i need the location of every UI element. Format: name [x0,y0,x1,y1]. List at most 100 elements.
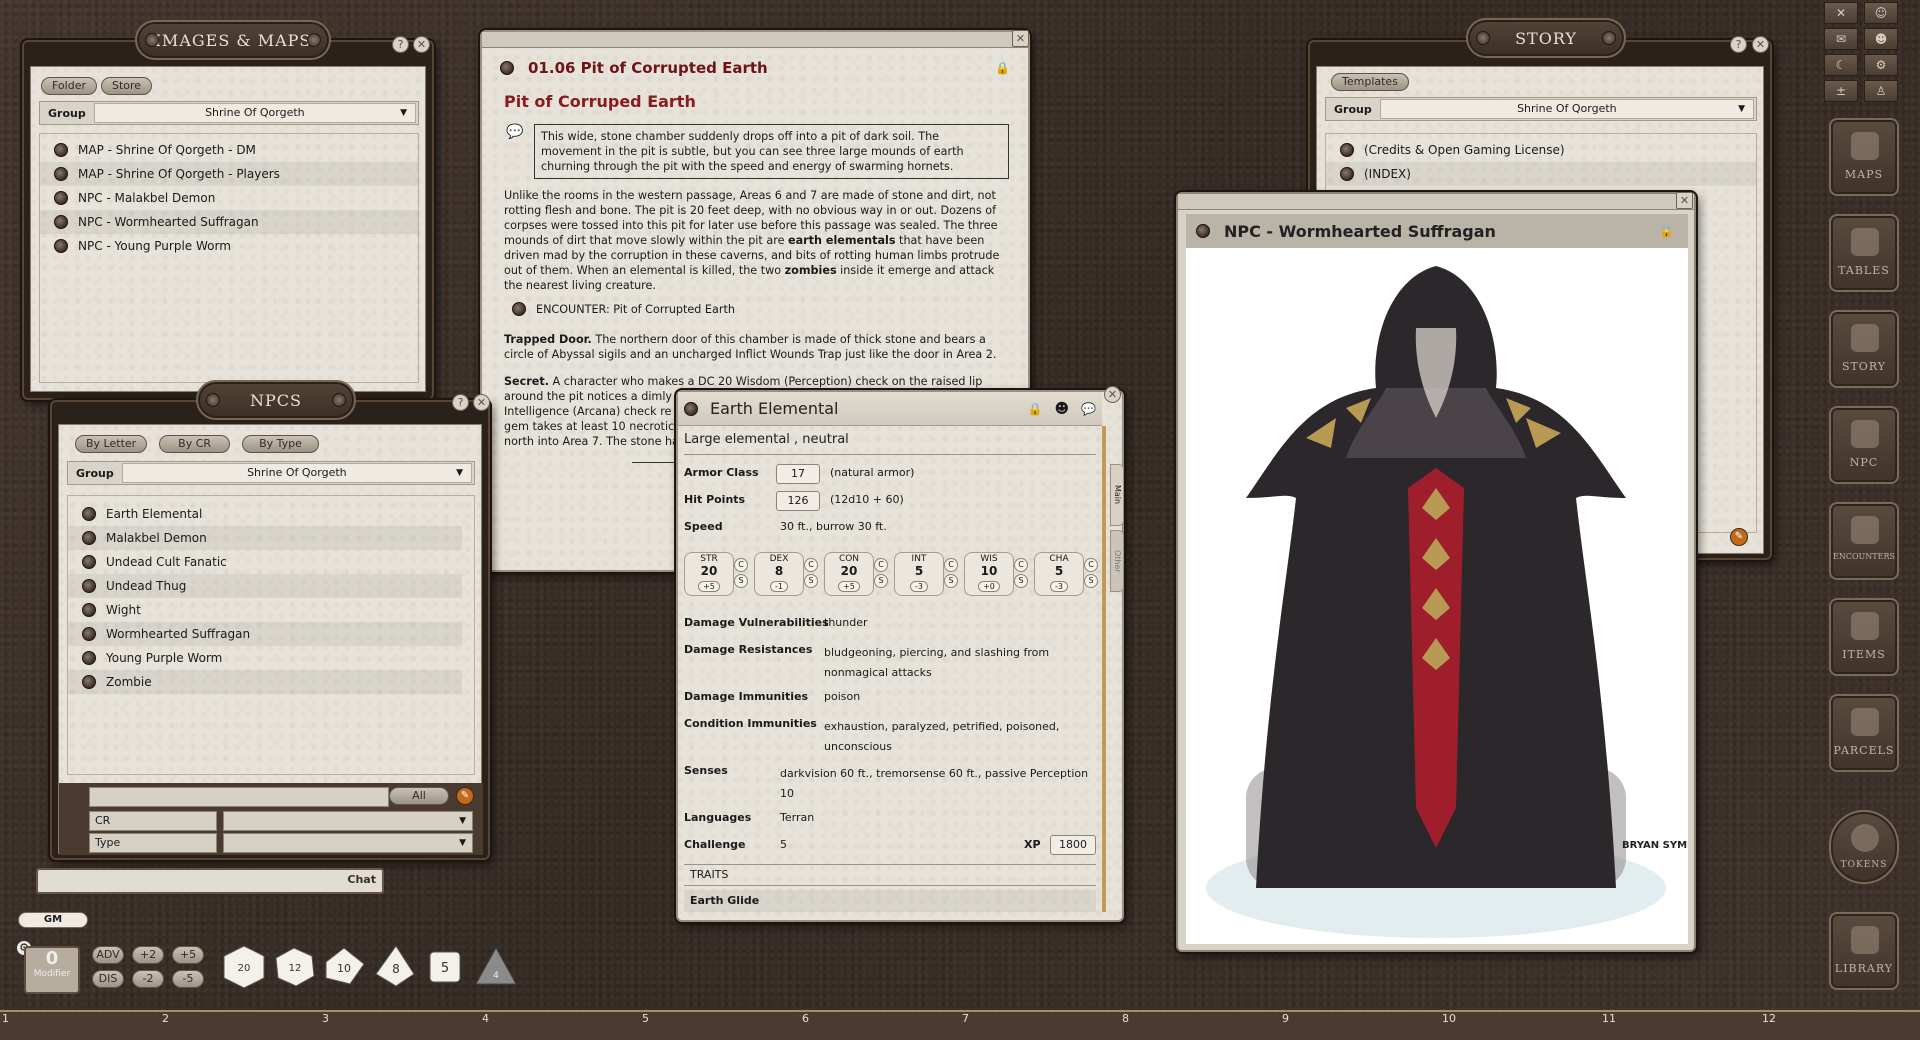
sidebar-tokens-button[interactable]: TOKENS [1829,810,1899,884]
plus5-button[interactable]: +5 [172,946,204,964]
hotkey-number[interactable]: 9 [1282,1012,1289,1025]
group-select[interactable]: Shrine Of Qorgeth▼ [94,103,416,123]
tool-modifier-icon[interactable]: ± [1824,80,1858,102]
sidebar-library-button[interactable]: LIBRARY [1829,912,1899,990]
group-select[interactable]: Shrine Of Qorgeth▼ [1380,99,1754,119]
scrollbar[interactable] [1102,426,1106,912]
d20-icon[interactable]: 20 [224,946,264,988]
minus2-button[interactable]: -2 [132,970,164,988]
tab-folder[interactable]: Folder [41,77,97,95]
lock-icon[interactable]: 🔒 [1659,224,1674,238]
list-item[interactable]: Undead Thug [68,574,462,598]
hotkey-number[interactable]: 6 [802,1012,809,1025]
save-button[interactable]: S [944,574,958,588]
tab-main[interactable]: Main [1110,464,1124,526]
ability-dex[interactable]: DEX8-1 [754,552,804,596]
edit-icon[interactable]: ✎ [456,787,474,805]
list-item[interactable]: NPC - Young Purple Worm [40,234,418,258]
ability-int[interactable]: INT5-3 [894,552,944,596]
minus5-button[interactable]: -5 [172,970,204,988]
link-icon[interactable] [684,402,698,416]
close-icon[interactable]: ✕ [473,394,490,411]
tab-templates[interactable]: Templates [1331,73,1409,91]
link-icon[interactable] [512,302,526,316]
link-icon[interactable] [82,675,96,689]
tool-person-icon[interactable]: ♙ [1864,80,1898,102]
help-icon[interactable]: ? [392,36,409,53]
link-icon[interactable] [82,531,96,545]
link-icon[interactable] [82,555,96,569]
tool-swords-icon[interactable]: ✕ [1824,2,1858,24]
check-button[interactable]: C [944,558,958,572]
sidebar-items-button[interactable]: ITEMS [1829,598,1899,676]
d12-icon[interactable]: 12 [276,948,314,986]
sidebar-npc-button[interactable]: NPC [1829,406,1899,484]
link-icon[interactable] [54,191,68,205]
list-item[interactable]: NPC - Malakbel Demon [40,186,418,210]
close-icon[interactable]: ✕ [413,36,430,53]
hotkey-number[interactable]: 7 [962,1012,969,1025]
encounter-link[interactable]: ENCOUNTER: Pit of Corrupted Earth [512,302,735,316]
gm-identity[interactable]: GM [18,912,88,928]
save-button[interactable]: S [1014,574,1028,588]
hotkey-number[interactable]: 4 [482,1012,489,1025]
ability-wis[interactable]: WIS10+0 [964,552,1014,596]
list-item[interactable]: Wormhearted Suffragan [68,622,462,646]
speech-icon[interactable]: 💬 [1081,402,1096,416]
ability-cha[interactable]: CHA5-3 [1034,552,1084,596]
adv-button[interactable]: ADV [92,946,124,964]
link-icon[interactable] [1340,167,1354,181]
npc-portrait[interactable]: BRYAN SYME [1186,248,1688,944]
list-item[interactable]: MAP - Shrine Of Qorgeth - Players [40,162,418,186]
sidebar-parcels-button[interactable]: PARCELS [1829,694,1899,772]
help-icon[interactable]: ? [452,394,469,411]
list-item[interactable]: (INDEX) [1326,162,1756,186]
d6-icon[interactable]: 5 [430,952,460,982]
npc-image-titlebar[interactable] [1178,194,1694,210]
close-icon[interactable]: ✕ [1676,192,1693,209]
group-select[interactable]: Shrine Of Qorgeth▼ [122,463,472,483]
chat-input[interactable]: Chat [36,868,384,894]
close-icon[interactable]: ✕ [1104,386,1121,403]
save-button[interactable]: S [1084,574,1098,588]
plus2-button[interactable]: +2 [132,946,164,964]
modifier-box[interactable]: 0 Modifier [24,946,80,994]
list-item[interactable]: Young Purple Worm [68,646,462,670]
tool-party-icon[interactable]: ☺ [1864,2,1898,24]
hotkey-number[interactable]: 10 [1442,1012,1456,1025]
link-earth-elementals[interactable]: earth elementals [788,234,895,247]
ability-str[interactable]: STR20+5 [684,552,734,596]
tab-store[interactable]: Store [101,77,152,95]
tool-scroll-icon[interactable]: ✉ [1824,28,1858,50]
check-button[interactable]: C [1014,558,1028,572]
tab-by-type[interactable]: By Type [242,435,319,453]
list-item[interactable]: Undead Cult Fanatic [68,550,462,574]
link-icon[interactable] [82,507,96,521]
token-icon[interactable]: ☻ [1054,401,1069,417]
list-item[interactable]: NPC - Wormhearted Suffragan [40,210,418,234]
list-item[interactable]: Zombie [68,670,462,694]
sidebar-tables-button[interactable]: TABLES [1829,214,1899,292]
check-button[interactable]: C [1084,558,1098,572]
hotkey-number[interactable]: 3 [322,1012,329,1025]
help-icon[interactable]: ? [1730,36,1747,53]
filter-cr-select[interactable]: ▼ [223,811,473,831]
d4-icon[interactable]: 4 [476,948,516,984]
list-item[interactable]: (Credits & Open Gaming License) [1326,138,1756,162]
save-button[interactable]: S [804,574,818,588]
ability-con[interactable]: CON20+5 [824,552,874,596]
lock-icon[interactable]: 🔒 [995,61,1010,75]
save-button[interactable]: S [734,574,748,588]
link-icon[interactable] [54,215,68,229]
edit-icon[interactable]: ✎ [1730,528,1748,546]
dis-button[interactable]: DIS [92,970,124,988]
check-button[interactable]: C [804,558,818,572]
check-button[interactable]: C [874,558,888,572]
tool-gear-icon[interactable]: ⚙ [1864,54,1898,76]
story-entry-titlebar[interactable] [482,32,1028,48]
link-icon[interactable] [82,603,96,617]
d8-icon[interactable]: 8 [376,946,414,986]
hotkey-number[interactable]: 5 [642,1012,649,1025]
hp-field[interactable]: 126 [776,491,820,511]
npcs-search-input[interactable] [89,787,389,807]
